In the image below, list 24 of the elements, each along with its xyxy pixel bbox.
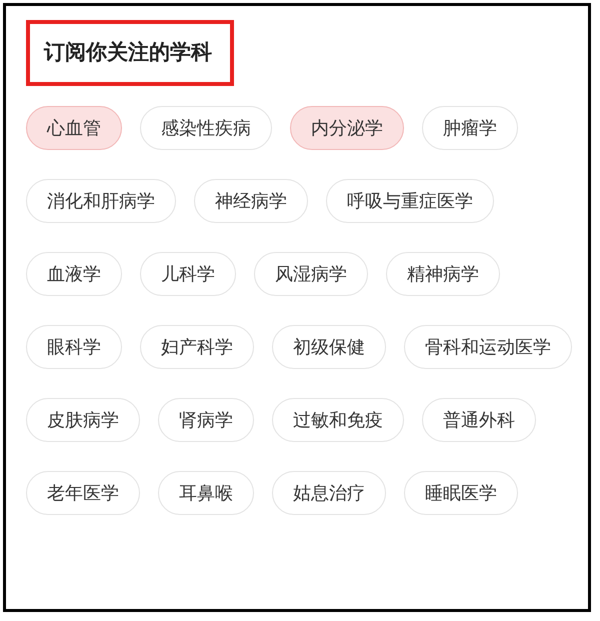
subject-tag[interactable]: 感染性疾病 [140,106,272,150]
subject-tag[interactable]: 内分泌学 [290,106,404,150]
subject-tag[interactable]: 血液学 [26,252,122,296]
subject-tag[interactable]: 初级保健 [272,325,386,369]
subject-tag[interactable]: 普通外科 [422,398,536,442]
subject-tag[interactable]: 耳鼻喉 [158,471,254,515]
subject-tag[interactable]: 儿科学 [140,252,236,296]
subject-tag[interactable]: 妇产科学 [140,325,254,369]
subject-tag[interactable]: 姑息治疗 [272,471,386,515]
subject-tag[interactable]: 睡眠医学 [404,471,518,515]
subject-tag[interactable]: 心血管 [26,106,122,150]
subject-tag[interactable]: 风湿病学 [254,252,368,296]
subject-tag[interactable]: 呼吸与重症医学 [326,179,494,223]
subject-tag[interactable]: 过敏和免疫 [272,398,404,442]
subject-tag[interactable]: 消化和肝病学 [26,179,176,223]
subject-tag[interactable]: 精神病学 [386,252,500,296]
subject-tag[interactable]: 老年医学 [26,471,140,515]
subject-tag[interactable]: 眼科学 [26,325,122,369]
subject-tag[interactable]: 神经病学 [194,179,308,223]
subject-tag[interactable]: 肾病学 [158,398,254,442]
subject-tag[interactable]: 肿瘤学 [422,106,518,150]
section-title: 订阅你关注的学科 [44,39,212,66]
subject-tag[interactable]: 皮肤病学 [26,398,140,442]
subject-tag[interactable]: 骨科和运动医学 [404,325,572,369]
